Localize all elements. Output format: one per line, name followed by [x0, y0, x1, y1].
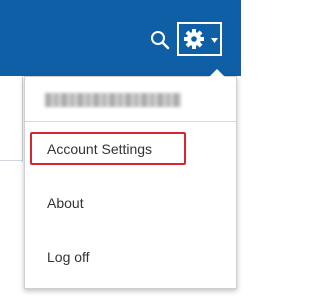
- settings-dropdown: Account Settings About Log off: [24, 69, 237, 289]
- menu-item-log-off[interactable]: Log off: [25, 238, 236, 278]
- page-background: [0, 76, 24, 299]
- menu-item-about[interactable]: About: [25, 184, 236, 224]
- dropdown-caret: [209, 69, 225, 77]
- search-icon: [151, 31, 170, 50]
- menu-item-label: Log off: [47, 249, 90, 265]
- panel-divider: [22, 76, 23, 162]
- menu-separator: [25, 121, 236, 122]
- top-bar: [0, 0, 241, 76]
- menu-item-account-settings[interactable]: Account Settings: [25, 130, 236, 170]
- panel-divider: [0, 160, 23, 161]
- search-button[interactable]: [148, 28, 172, 52]
- caret-down-icon: [211, 38, 218, 43]
- settings-menu-button[interactable]: [177, 22, 222, 56]
- menu-item-label: About: [47, 195, 84, 211]
- menu-item-label: Account Settings: [47, 141, 153, 157]
- user-name-blurred: [45, 93, 181, 107]
